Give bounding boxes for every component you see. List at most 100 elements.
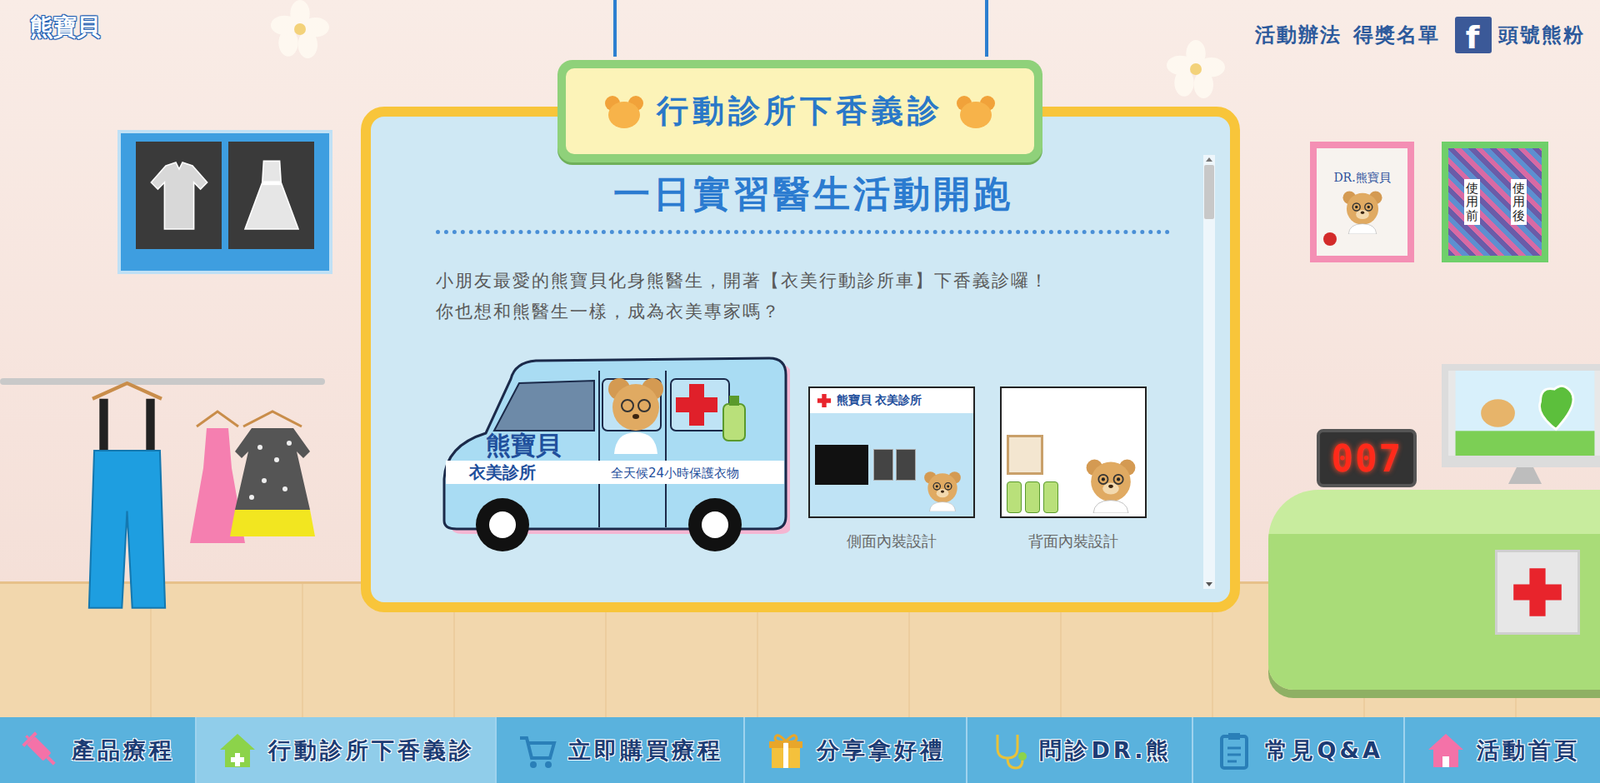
nav-icon: [216, 730, 259, 772]
article-content: 一日實習醫生活動開跑 小朋友最愛的熊寶貝化身熊醫生，開著【衣美行動診所車】下香義…: [435, 171, 1192, 590]
certificate-title: DR.熊寶貝: [1333, 170, 1390, 186]
scroll-thumb[interactable]: [1204, 165, 1215, 220]
monitor-stand: [1508, 467, 1542, 485]
title-sign: 行動診所下香義診: [557, 60, 1043, 163]
back-left: [1006, 435, 1059, 514]
nav-item[interactable]: 問診DR.熊: [967, 717, 1194, 783]
bear-head-icon: [603, 93, 645, 130]
image-caption: 背面內裝設計: [1028, 531, 1119, 552]
page: DR.熊寶貝 使用前 使用後 007 熊寶貝 活動辦法得獎名單 f 頭號熊粉 行動…: [0, 0, 1600, 783]
sign-title: 行動診所下香義診: [656, 90, 944, 133]
monitor-screen: [1441, 364, 1600, 468]
brand-logo[interactable]: 熊寶貝: [30, 11, 100, 44]
scroll-down-icon[interactable]: [1205, 582, 1213, 587]
before-label: 使用前: [1464, 179, 1480, 226]
nav-label: 行動診所下香義診: [268, 735, 475, 766]
nav-label: 活動首頁: [1476, 735, 1580, 766]
screen-block: [815, 445, 869, 485]
article-heading: 一日實習醫生活動開跑: [435, 171, 1192, 217]
top-link[interactable]: 得獎名單: [1353, 21, 1440, 49]
nav-item[interactable]: 常見Q&A: [1193, 717, 1405, 783]
facebook-link[interactable]: f 頭號熊粉: [1455, 16, 1585, 54]
before-after-picture: 使用前 使用後: [1448, 148, 1542, 256]
dotted-divider: [435, 230, 1170, 235]
nav-label: 分享拿好禮: [816, 735, 946, 766]
nav-icon: [516, 730, 559, 772]
article-text: 小朋友最愛的熊寶貝化身熊醫生，開著【衣美行動診所車】下香義診囉！你也想和熊醫生一…: [435, 265, 1192, 328]
top-link[interactable]: 活動辦法: [1255, 21, 1342, 49]
nav-item[interactable]: 產品療程: [0, 717, 197, 783]
nav-item[interactable]: 立即購買療程: [496, 717, 745, 783]
nav-icon: [1425, 730, 1467, 772]
scene: DR.熊寶貝 使用前 使用後 007 熊寶貝 活動辦法得獎名單 f 頭號熊粉 行動…: [0, 0, 1600, 718]
scrollbar[interactable]: [1203, 155, 1215, 590]
facebook-icon: f: [1455, 16, 1492, 54]
article-paragraph: 小朋友最愛的熊寶貝化身熊醫生，開著【衣美行動診所車】下香義診囉！: [435, 265, 1192, 297]
overalls-icon: [75, 381, 180, 615]
nav-icon: [987, 730, 1030, 772]
queue-counter: 007: [1316, 429, 1417, 488]
flower-icon: [1166, 40, 1225, 99]
interior-header: 熊寶貝 衣美診所: [810, 388, 974, 414]
mini-frame: [1006, 435, 1044, 475]
sweater-xray-icon: [145, 154, 213, 238]
nav-icon: [1213, 730, 1255, 772]
red-cross-icon: [816, 393, 832, 409]
content-flow: 熊寶貝 活動辦法得獎名單 f 頭號熊粉 行動診所下香義診 一日實習醫生活動開跑 小…: [0, 0, 1600, 613]
red-cross-icon: [1507, 562, 1568, 623]
queue-number: 007: [1330, 437, 1402, 480]
red-cross-box: [1495, 550, 1580, 635]
xray-film: [228, 141, 315, 250]
interior-header-text: 熊寶貝 衣美診所: [836, 393, 923, 409]
nav-item[interactable]: 分享拿好禮: [745, 717, 968, 783]
reception-desk: [1268, 490, 1600, 690]
bear-icon: [920, 468, 965, 512]
interior-body: [810, 413, 974, 517]
flower-icon: [270, 0, 330, 59]
hanging-wire: [985, 0, 989, 57]
nav-label: 常見Q&A: [1265, 735, 1383, 766]
nav-icon: [20, 730, 62, 772]
bear-icon: [1339, 187, 1386, 235]
scroll-track[interactable]: [1204, 165, 1215, 580]
bear-head-icon: [955, 93, 997, 130]
xray-film: [135, 141, 222, 250]
certificate-paper: DR.熊寶貝: [1316, 148, 1408, 256]
xray-panels: [873, 449, 916, 481]
xray-frame: [120, 133, 330, 271]
certificate-frame: DR.熊寶貝: [1310, 141, 1415, 263]
nav-label: 產品療程: [71, 735, 175, 766]
before-after-frame: 使用前 使用後: [1441, 141, 1549, 263]
clothes-rack: [0, 378, 325, 385]
media-row: 熊寶貝衣美診所全天候24小時保護衣物 熊寶貝 衣美診所 側面內裝設計 背面內裝設…: [435, 354, 1192, 559]
interior-design[interactable]: 背面內裝設計: [1000, 386, 1147, 552]
clinic-van-illustration: 熊寶貝衣美診所全天候24小時保護衣物: [435, 354, 790, 559]
van-clinic: 衣美診所: [468, 462, 536, 483]
side-interior-picture: 熊寶貝 衣美診所: [808, 386, 975, 519]
seal-icon: [1323, 232, 1337, 246]
article-panel: 一日實習醫生活動開跑 小朋友最愛的熊寶貝化身熊醫生，開著【衣美行動診所車】下香義…: [360, 106, 1240, 613]
back-interior-picture: [1000, 386, 1147, 519]
dress-xray-icon: [238, 154, 305, 238]
bear-icon: [1081, 455, 1140, 514]
sign-board: 行動診所下香義診: [565, 68, 1035, 155]
hanging-wire: [613, 0, 617, 57]
after-label: 使用後: [1510, 179, 1527, 226]
scroll-up-icon[interactable]: [1205, 157, 1213, 162]
nav-icon: [765, 730, 807, 772]
nav-item[interactable]: 活動首頁: [1405, 717, 1600, 783]
link-label: 頭號熊粉: [1498, 21, 1585, 49]
nav-label: 問診DR.熊: [1039, 735, 1172, 766]
monitor: [1441, 364, 1600, 485]
van-brand: 熊寶貝: [485, 430, 562, 460]
bottom-nav: 產品療程 行動診所下香義診 立即購買療程 分享拿好禮 問診DR.熊 常見Q&A …: [0, 717, 1600, 783]
ad-picture-icon: [1448, 370, 1600, 456]
nav-item[interactable]: 行動診所下香義診: [196, 717, 497, 783]
image-caption: 側面內裝設計: [846, 531, 937, 552]
article-paragraph: 你也想和熊醫生一樣，成為衣美專家嗎？: [435, 296, 1192, 328]
nav-label: 立即購買療程: [568, 735, 724, 766]
interior-design[interactable]: 熊寶貝 衣美診所 側面內裝設計: [808, 386, 975, 552]
bottles: [1006, 481, 1059, 514]
top-bar: 熊寶貝 活動辦法得獎名單 f 頭號熊粉: [0, 0, 1600, 60]
top-links: 活動辦法得獎名單 f 頭號熊粉: [1255, 11, 1585, 54]
